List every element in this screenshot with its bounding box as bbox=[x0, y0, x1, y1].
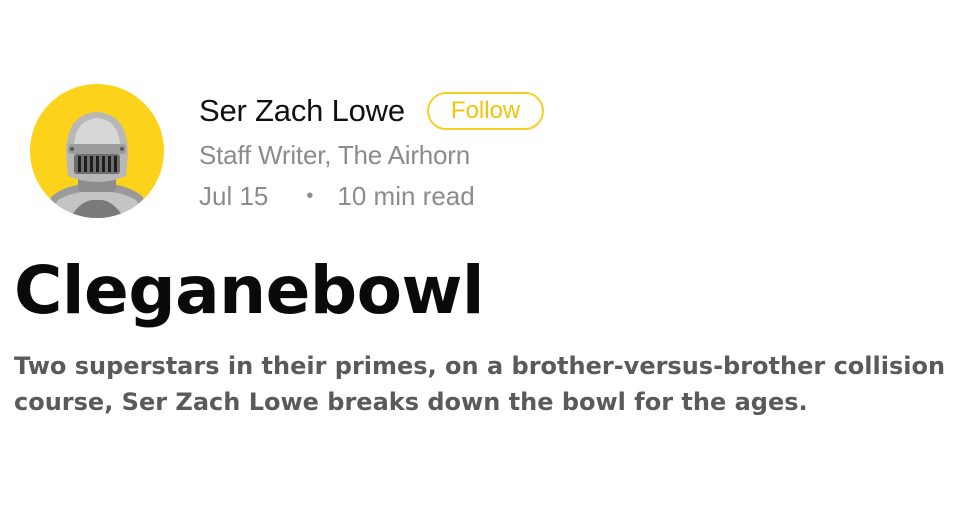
read-time: 10 min read bbox=[337, 181, 475, 211]
follow-button[interactable]: Follow bbox=[426, 92, 545, 130]
author-name[interactable]: Ser Zach Lowe bbox=[199, 93, 405, 129]
meta-separator: • bbox=[306, 185, 314, 207]
article-subtitle: Two superstars in their primes, on a bro… bbox=[14, 352, 946, 416]
author-info: Ser Zach Lowe Follow Staff Writer, The A… bbox=[199, 88, 545, 212]
author-name-row: Ser Zach Lowe Follow bbox=[199, 88, 545, 134]
author-avatar[interactable] bbox=[30, 84, 164, 218]
publish-date: Jul 15 bbox=[199, 181, 269, 211]
article-header: Ser Zach Lowe Follow Staff Writer, The A… bbox=[0, 0, 959, 522]
knight-helmet-icon bbox=[40, 112, 154, 218]
article-meta: Jul 15 • 10 min read bbox=[199, 181, 544, 212]
author-role: Staff Writer, The Airhorn bbox=[199, 140, 471, 170]
article-title: Cleganebowl bbox=[14, 252, 485, 329]
